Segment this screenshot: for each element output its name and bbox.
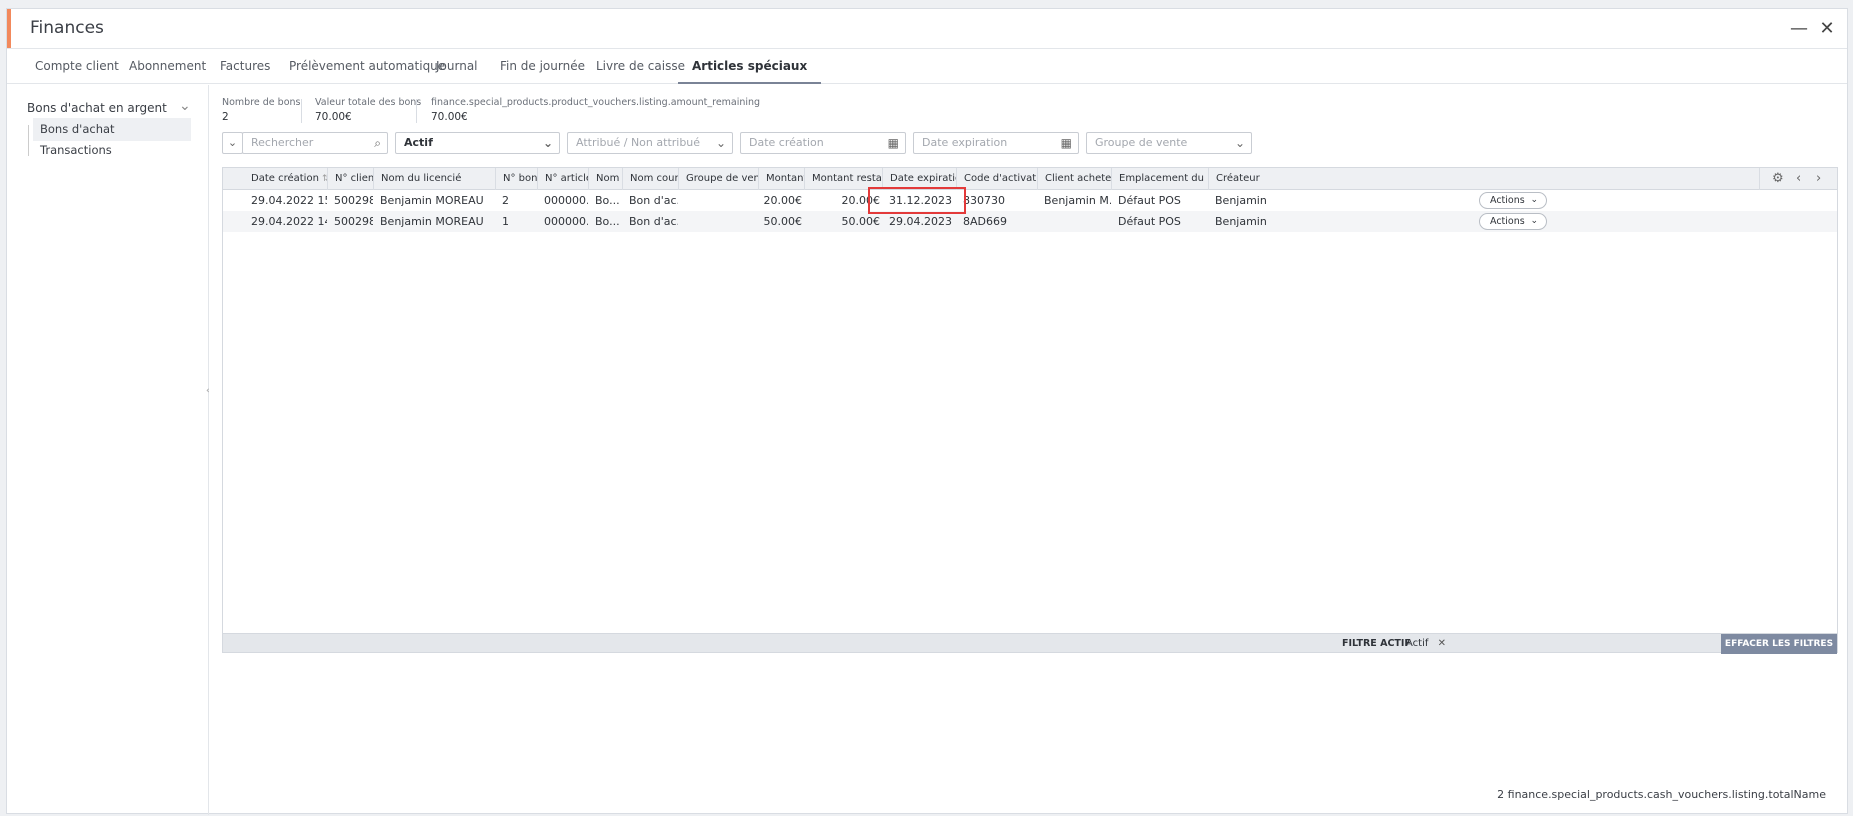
column-header[interactable]: Client acheteur bbox=[1037, 168, 1111, 190]
window-title: Finances bbox=[30, 18, 104, 38]
tab-bar: Compte client Abonnement Factures Prélèv… bbox=[7, 49, 1847, 84]
stat-valeur-totale: Valeur totale des bons 70.00€ bbox=[315, 97, 422, 123]
sidebar-item-transactions[interactable]: Transactions bbox=[33, 139, 191, 162]
table-row[interactable]: 29.04.2022 15:... 500298 Benjamin MOREAU… bbox=[223, 190, 1837, 211]
sidebar: Bons d'achat en argent ⌄ Bons d'achat Tr… bbox=[7, 85, 209, 815]
column-header[interactable]: Groupe de vente bbox=[678, 168, 758, 190]
sidebar-header[interactable]: Bons d'achat en argent bbox=[27, 101, 197, 115]
column-header[interactable]: N° client bbox=[327, 168, 373, 190]
vouchers-table: Date création ⇅ N° client Nom du licenci… bbox=[222, 167, 1838, 651]
actions-button[interactable]: Actions ⌄ bbox=[1479, 213, 1547, 230]
date-creation-input[interactable]: Date création ▦ bbox=[740, 132, 906, 154]
table-header: Date création ⇅ N° client Nom du licenci… bbox=[223, 168, 1837, 190]
actions-button[interactable]: Actions ⌄ bbox=[1479, 192, 1547, 209]
column-header[interactable]: Date création ⇅ bbox=[244, 168, 327, 190]
column-header[interactable]: Emplacement du POS bbox=[1111, 168, 1208, 190]
chevron-down-icon[interactable]: ⌄ bbox=[179, 98, 191, 114]
divider bbox=[416, 99, 417, 123]
chevron-down-icon: ⌄ bbox=[227, 136, 238, 149]
active-filter-label: FILTRE ACTIF bbox=[1342, 638, 1411, 649]
calendar-icon[interactable]: ▦ bbox=[1061, 133, 1072, 153]
collapse-sidebar-icon[interactable]: ‹ bbox=[206, 386, 210, 396]
clear-filters-button[interactable]: EFFACER LES FILTRES bbox=[1721, 634, 1837, 654]
minimize-icon[interactable]: — bbox=[1789, 19, 1809, 39]
column-header[interactable]: N° article bbox=[537, 168, 588, 190]
tab-journal[interactable]: Journal bbox=[436, 49, 478, 84]
column-header[interactable]: Nom bbox=[588, 168, 622, 190]
finances-window: Finances — ✕ Compte client Abonnement Fa… bbox=[6, 8, 1848, 815]
tab-abonnement[interactable]: Abonnement bbox=[129, 49, 206, 84]
search-mode-dropdown[interactable]: ⌄ bbox=[222, 132, 243, 154]
tab-livre-de-caisse[interactable]: Livre de caisse bbox=[596, 49, 685, 84]
chevron-left-icon[interactable]: ‹ bbox=[1796, 171, 1801, 186]
divider bbox=[301, 99, 302, 123]
groupe-de-vente-select[interactable]: Groupe de vente ⌄ bbox=[1086, 132, 1252, 154]
chevron-down-icon: ⌄ bbox=[1530, 216, 1538, 226]
stat-amount-remaining: finance.special_products.product_voucher… bbox=[431, 97, 761, 123]
tree-line bbox=[28, 125, 29, 156]
chevron-down-icon: ⌄ bbox=[542, 136, 553, 150]
close-icon[interactable]: ✕ bbox=[1438, 638, 1446, 649]
title-bar: Finances — ✕ bbox=[7, 9, 1847, 49]
column-header[interactable]: N° bon bbox=[495, 168, 537, 190]
tab-factures[interactable]: Factures bbox=[220, 49, 270, 84]
tab-prelevement-automatique[interactable]: Prélèvement automatique bbox=[289, 49, 445, 84]
total-count: 2 finance.special_products.cash_vouchers… bbox=[1497, 788, 1826, 801]
column-header[interactable]: Nom court bbox=[622, 168, 678, 190]
tab-fin-de-journee[interactable]: Fin de journée bbox=[500, 49, 585, 84]
table-header-controls: ⚙ ‹ › bbox=[1759, 168, 1837, 190]
title-accent bbox=[7, 9, 11, 48]
active-filters-bar: FILTRE ACTIF Actif ✕ EFFACER LES FILTRES bbox=[222, 633, 1838, 654]
date-expiration-input[interactable]: Date expiration ▦ bbox=[913, 132, 1079, 154]
highlight-box bbox=[868, 187, 966, 214]
main-content: Nombre de bons 2 Valeur totale des bons … bbox=[222, 85, 1842, 815]
gear-icon[interactable]: ⚙ bbox=[1772, 171, 1784, 186]
status-select[interactable]: Actif ⌄ bbox=[395, 132, 560, 154]
column-header[interactable]: Nom du licencié bbox=[373, 168, 495, 190]
calendar-icon[interactable]: ▦ bbox=[888, 133, 899, 153]
column-header[interactable]: Créateur bbox=[1208, 168, 1308, 190]
search-icon[interactable]: ⌕ bbox=[374, 133, 381, 153]
chevron-down-icon: ⌄ bbox=[1530, 195, 1538, 205]
stat-nombre-de-bons: Nombre de bons 2 bbox=[222, 97, 301, 123]
tab-compte-client[interactable]: Compte client bbox=[35, 49, 119, 84]
search-input[interactable]: Rechercher ⌕ bbox=[242, 132, 388, 154]
column-header[interactable]: Code d'activation bbox=[956, 168, 1037, 190]
column-header[interactable]: Montant bbox=[758, 168, 804, 190]
chevron-down-icon: ⌄ bbox=[715, 136, 726, 150]
assigned-select[interactable]: Attribué / Non attribué ⌄ bbox=[567, 132, 733, 154]
table-row[interactable]: 29.04.2022 14:... 500298 Benjamin MOREAU… bbox=[223, 211, 1837, 232]
sidebar-item-bons-dachat[interactable]: Bons d'achat bbox=[33, 118, 191, 141]
tab-articles-speciaux[interactable]: Articles spéciaux bbox=[678, 49, 822, 84]
close-icon[interactable]: ✕ bbox=[1817, 19, 1837, 39]
chevron-down-icon: ⌄ bbox=[1234, 136, 1245, 150]
active-filter-chip[interactable]: Actif ✕ bbox=[1406, 634, 1446, 654]
chevron-right-icon[interactable]: › bbox=[1816, 171, 1821, 186]
